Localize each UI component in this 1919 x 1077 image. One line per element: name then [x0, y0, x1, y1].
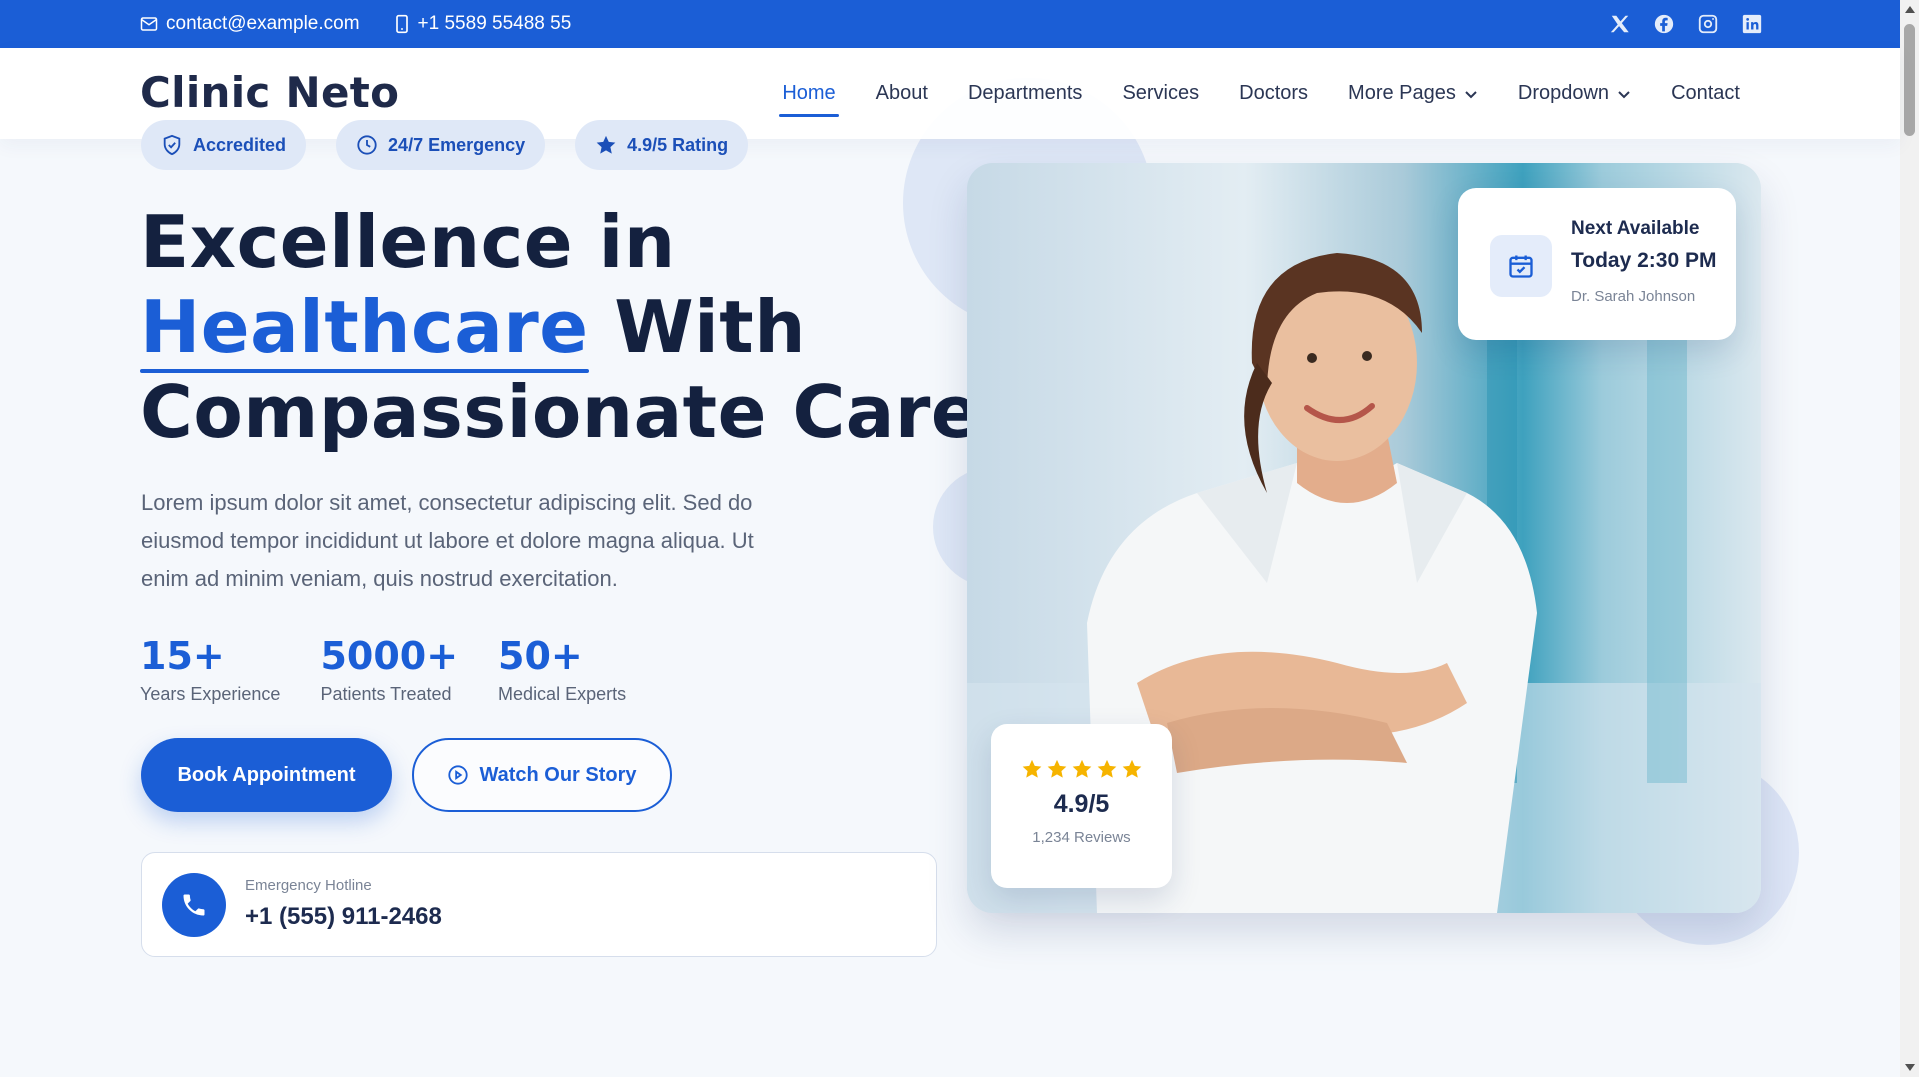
nav-label: Services	[1122, 82, 1200, 104]
hero-title-line3: Compassionate Care	[140, 370, 981, 454]
topbar-email[interactable]: contact@example.com	[140, 13, 360, 35]
instagram-icon[interactable]	[1697, 13, 1719, 35]
nav-item-services[interactable]: Services	[1122, 82, 1199, 105]
stats-row: 15+ Years Experience 5000+ Patients Trea…	[140, 632, 626, 705]
facebook-icon[interactable]	[1653, 13, 1675, 35]
stat-label: Years Experience	[140, 684, 281, 704]
badge-rating: 4.9/5 Rating	[575, 120, 749, 170]
rating-card: 4.9/5 1,234 Reviews	[991, 724, 1172, 888]
nav-item-departments[interactable]: Departments	[968, 82, 1083, 105]
chevron-down-icon	[1465, 90, 1477, 98]
hotline-label: Emergency Hotline	[245, 877, 372, 894]
nav-label: Home	[782, 82, 836, 104]
calendar-check-icon	[1509, 255, 1533, 278]
site-logo[interactable]: Clinic Neto	[140, 68, 399, 117]
stat-label: Medical Experts	[498, 684, 627, 704]
next-available-time: Today 2:30 PM	[1571, 249, 1717, 272]
badge-accredited: Accredited	[141, 120, 307, 170]
scroll-up-arrow[interactable]	[1905, 6, 1915, 13]
badge-label: 24/7 Emergency	[388, 134, 526, 155]
hotline-number[interactable]: +1 (555) 911-2468	[245, 903, 442, 931]
hotline-phone-button[interactable]	[162, 873, 226, 937]
scroll-down-arrow[interactable]	[1905, 1064, 1915, 1071]
hero-title-line2-rest: With	[588, 285, 806, 369]
hero-title-accent: Healthcare	[140, 285, 589, 369]
rating-reviews: 1,234 Reviews	[1032, 829, 1131, 846]
nav-item-home[interactable]: Home	[779, 82, 840, 117]
clock-icon	[357, 135, 377, 155]
next-available-card[interactable]: Next Available Today 2:30 PM Dr. Sarah J…	[1458, 188, 1736, 340]
linkedin-icon[interactable]	[1741, 13, 1763, 35]
watch-story-label: Watch Our Story	[479, 763, 637, 786]
stat-label: Patients Treated	[320, 684, 452, 704]
page-scrollbar[interactable]	[1900, 0, 1919, 1077]
topbar-phone-text: +1 5589 55488 55	[417, 13, 572, 34]
badge-emergency: 24/7 Emergency	[336, 120, 546, 170]
topbar-email-text: contact@example.com	[166, 13, 360, 34]
rating-stars	[991, 758, 1172, 780]
phone-icon	[395, 14, 408, 34]
nav-item-about[interactable]: About	[876, 82, 928, 105]
star-icon	[1072, 759, 1091, 778]
chevron-down-icon	[1618, 90, 1630, 98]
x-icon[interactable]	[1609, 13, 1631, 35]
nav-item-doctors[interactable]: Doctors	[1239, 82, 1308, 105]
nav-label: Contact	[1671, 82, 1740, 104]
phone-icon	[183, 894, 205, 916]
star-icon	[1097, 759, 1116, 778]
envelope-icon	[140, 17, 158, 31]
watch-story-button[interactable]: Watch Our Story	[412, 738, 672, 812]
nav-item-dropdown[interactable]: Dropdown	[1518, 82, 1631, 105]
trust-badges: Accredited 24/7 Emergency 4.9/5 Rating	[141, 120, 749, 170]
star-icon	[596, 135, 616, 154]
badge-label: Accredited	[193, 134, 287, 155]
top-bar: contact@example.com +1 5589 55488 55	[0, 0, 1900, 48]
book-appointment-button[interactable]: Book Appointment	[141, 738, 392, 812]
scrollbar-thumb[interactable]	[1904, 24, 1915, 136]
stat-experience: 15+ Years Experience	[140, 632, 280, 705]
calendar-check-icon-box	[1490, 235, 1552, 297]
next-available-doctor: Dr. Sarah Johnson	[1571, 288, 1696, 305]
stat-value: 15+	[140, 634, 225, 678]
main-nav: Home About Departments Services Doctors …	[779, 48, 1740, 139]
stat-experts: 50+ Medical Experts	[498, 632, 626, 705]
topbar-phone[interactable]: +1 5589 55488 55	[394, 13, 572, 35]
stat-patients: 5000+ Patients Treated	[320, 632, 458, 705]
nav-item-more-pages[interactable]: More Pages	[1348, 82, 1478, 105]
hero-title: Excellence in Healthcare With Compassion…	[140, 200, 980, 455]
nav-label: About	[875, 82, 928, 104]
play-circle-icon	[448, 765, 469, 785]
hero-title-line1: Excellence in	[140, 200, 676, 284]
stat-value: 50+	[498, 634, 583, 678]
star-icon	[1022, 759, 1041, 778]
rating-score: 4.9/5	[1053, 790, 1110, 818]
star-icon	[1122, 759, 1141, 778]
badge-label: 4.9/5 Rating	[627, 134, 729, 155]
nav-item-contact[interactable]: Contact	[1671, 82, 1740, 105]
nav-label: Doctors	[1239, 82, 1309, 104]
star-icon	[1047, 759, 1066, 778]
nav-label: Departments	[967, 82, 1083, 104]
nav-label: Dropdown	[1517, 82, 1610, 104]
hero-description: Lorem ipsum dolor sit amet, consectetur …	[141, 490, 754, 591]
stat-value: 5000+	[320, 634, 459, 678]
shield-check-icon	[163, 134, 181, 156]
next-available-title: Next Available	[1571, 218, 1700, 239]
emergency-hotline-card: Emergency Hotline +1 (555) 911-2468	[141, 852, 937, 957]
nav-label: More Pages	[1348, 82, 1456, 104]
